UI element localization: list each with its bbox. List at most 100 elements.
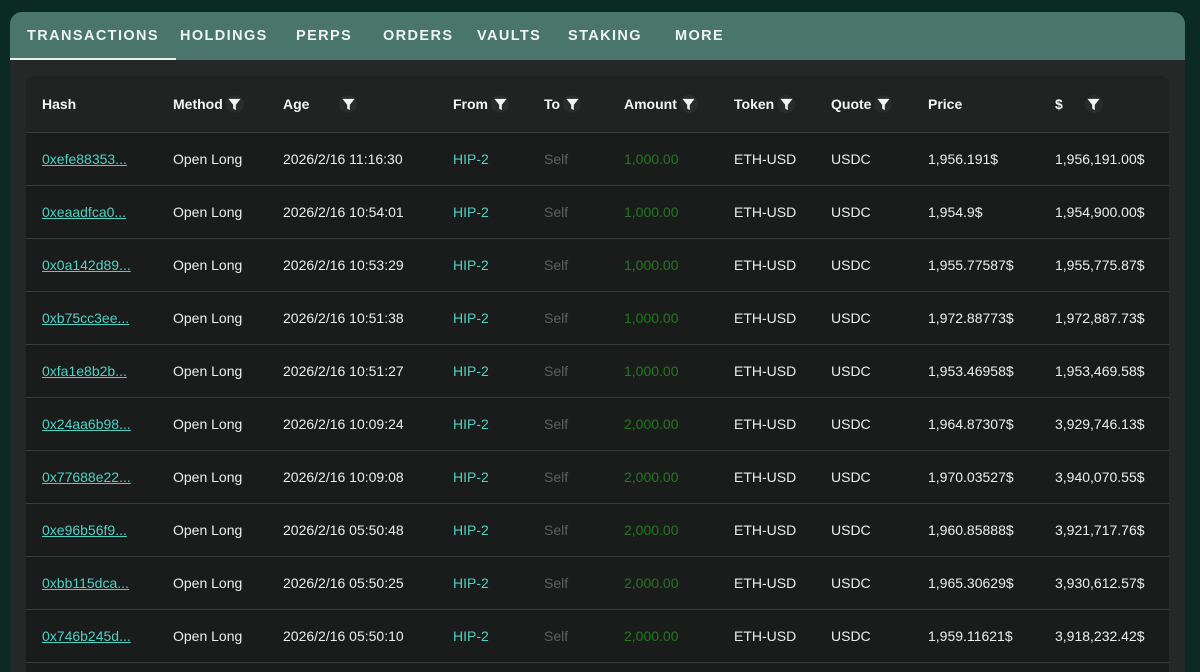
tab-transactions[interactable]: TRANSACTIONS	[10, 12, 176, 60]
hash-cell[interactable]: 0xeaadfca0...	[42, 186, 126, 238]
amount-cell: 1,000.00	[624, 204, 679, 220]
column-header-label: Token	[734, 96, 775, 112]
age-cell: 2026/2/16 10:09:08	[283, 469, 404, 485]
from-cell[interactable]: HIP-2	[453, 504, 489, 556]
from-cell[interactable]: HIP-2	[453, 133, 489, 185]
to-cell: Self	[544, 151, 569, 167]
price-cell: 1,972.88773$	[928, 310, 1014, 326]
usd-value-cell: 3,940,070.55$	[1055, 469, 1145, 485]
to-cell: Self	[544, 310, 569, 326]
age-cell: 2026/2/16 10:09:24	[283, 416, 404, 432]
from-cell[interactable]: HIP-2	[453, 345, 489, 397]
hash-cell[interactable]: 0x0a142d89...	[42, 239, 131, 291]
price-cell: 1,965.30629$	[928, 575, 1014, 591]
tab-vaults[interactable]: VAULTS	[477, 12, 541, 60]
table-row: 0x746b245d... Open Long 2026/2/16 05:50:10…	[26, 610, 1169, 663]
usd-value-cell: 3,918,232.42$	[1055, 628, 1145, 644]
token-cell: ETH-USD	[734, 469, 797, 485]
usd-value-cell: 1,956,191.00$	[1055, 151, 1145, 167]
amount-cell: 1,000.00	[624, 310, 679, 326]
tab-staking[interactable]: STAKING	[568, 12, 642, 60]
quote-cell: USDC	[831, 469, 871, 485]
age-cell: 2026/2/16 10:54:01	[283, 204, 404, 220]
price-cell: 1,954.9$	[928, 204, 983, 220]
amount-cell: 1,000.00	[624, 257, 679, 273]
filter-icon[interactable]	[563, 95, 582, 113]
filter-icon[interactable]	[679, 95, 698, 113]
method-cell: Open Long	[173, 151, 243, 167]
usd-value-cell: 1,972,887.73$	[1055, 310, 1145, 326]
token-cell: ETH-USD	[734, 522, 797, 538]
hash-cell[interactable]: 0xb75cc3ee...	[42, 292, 129, 344]
to-cell: Self	[544, 575, 569, 591]
usd-value-cell: 1,955,775.87$	[1055, 257, 1145, 273]
hash-cell[interactable]: 0x24aa6b98...	[42, 398, 131, 450]
from-cell[interactable]: HIP-2	[453, 239, 489, 291]
price-cell: 1,955.77587$	[928, 257, 1014, 273]
from-cell[interactable]: HIP-2	[453, 557, 489, 609]
filter-icon[interactable]	[225, 95, 244, 113]
quote-cell: USDC	[831, 575, 871, 591]
to-cell: Self	[544, 469, 569, 485]
filter-icon[interactable]	[491, 95, 509, 113]
price-cell: 1,960.85888$	[928, 522, 1014, 538]
tab-more[interactable]: MORE	[675, 12, 724, 60]
usd-value-cell: 3,929,746.13$	[1055, 416, 1145, 432]
filter-icon[interactable]	[1084, 95, 1103, 113]
hash-cell[interactable]: 0x746b245d...	[42, 610, 131, 662]
to-cell: Self	[544, 257, 569, 273]
filter-icon[interactable]	[339, 95, 358, 113]
filter-icon[interactable]	[874, 95, 893, 113]
from-cell[interactable]: HIP-2	[453, 610, 489, 662]
tab-holdings[interactable]: HOLDINGS	[180, 12, 268, 60]
table-row: 0x0a142d89... Open Long 2026/2/16 10:53:29…	[26, 239, 1169, 292]
hash-cell[interactable]: 0xe96b56f9...	[42, 504, 127, 556]
method-cell: Open Long	[173, 575, 243, 591]
table-header: Hash Method Age From To Amount Token Quote Price…	[26, 76, 1169, 133]
age-cell: 2026/2/16 11:16:30	[283, 151, 403, 167]
column-header-label: $	[1055, 96, 1063, 112]
token-cell: ETH-USD	[734, 257, 797, 273]
method-cell: Open Long	[173, 522, 243, 538]
price-cell: 1,956.191$	[928, 151, 999, 167]
column-header-age: Age	[283, 76, 358, 132]
from-cell[interactable]: HIP-2	[453, 451, 489, 503]
table-row: 0xb75cc3ee... Open Long 2026/2/16 10:51:38…	[26, 292, 1169, 345]
column-header-usd-value: $	[1055, 76, 1103, 132]
tab-perps[interactable]: PERPS	[296, 12, 352, 60]
from-cell[interactable]: HIP-2	[453, 398, 489, 450]
column-header-label: From	[453, 96, 488, 112]
token-cell: ETH-USD	[734, 310, 797, 326]
age-cell: 2026/2/16 10:53:29	[283, 257, 404, 273]
table-row: 0xe96b56f9... Open Long 2026/2/16 05:50:48…	[26, 504, 1169, 557]
to-cell: Self	[544, 363, 569, 379]
transactions-table: Hash Method Age From To Amount Token Quote Price…	[26, 76, 1169, 672]
method-cell: Open Long	[173, 363, 243, 379]
age-cell: 2026/2/16 05:50:25	[283, 575, 404, 591]
amount-cell: 2,000.00	[624, 416, 679, 432]
to-cell: Self	[544, 628, 569, 644]
age-cell: 2026/2/16 10:51:27	[283, 363, 404, 379]
filter-icon[interactable]	[777, 95, 796, 113]
quote-cell: USDC	[831, 310, 871, 326]
quote-cell: USDC	[831, 151, 871, 167]
price-cell: 1,953.46958$	[928, 363, 1014, 379]
table-row: 0xbb115dca... Open Long 2026/2/16 05:50:25…	[26, 557, 1169, 610]
table-row: 0xefe88353... Open Long 2026/2/16 11:16:30…	[26, 133, 1169, 186]
price-cell: 1,959.11621$	[928, 628, 1013, 644]
column-header-label: Price	[928, 96, 963, 112]
from-cell[interactable]: HIP-2	[453, 292, 489, 344]
usd-value-cell: 1,954,900.00$	[1055, 204, 1145, 220]
hash-cell[interactable]: 0xefe88353...	[42, 133, 127, 185]
hash-cell[interactable]: 0xbb115dca...	[42, 557, 129, 609]
column-header-quote: Quote	[831, 76, 893, 132]
method-cell: Open Long	[173, 257, 243, 273]
from-cell[interactable]: HIP-2	[453, 186, 489, 238]
method-cell: Open Long	[173, 416, 243, 432]
age-cell: 2026/2/16 05:50:10	[283, 628, 404, 644]
token-cell: ETH-USD	[734, 151, 797, 167]
quote-cell: USDC	[831, 628, 871, 644]
hash-cell[interactable]: 0x77688e22...	[42, 451, 131, 503]
tab-orders[interactable]: ORDERS	[383, 12, 453, 60]
hash-cell[interactable]: 0xfa1e8b2b...	[42, 345, 127, 397]
